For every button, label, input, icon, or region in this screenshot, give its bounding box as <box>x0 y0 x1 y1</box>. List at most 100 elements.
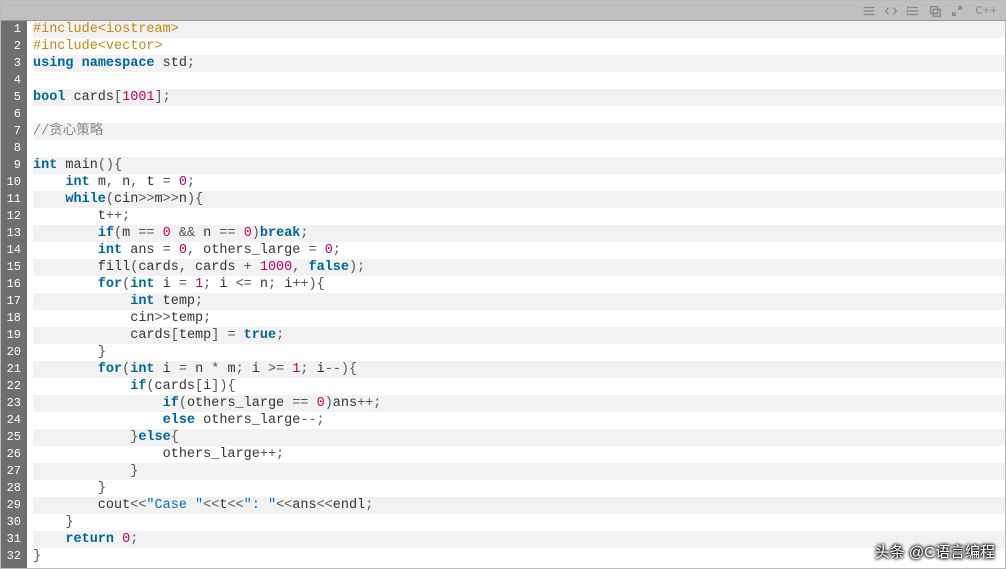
line-number: 9 <box>5 157 21 174</box>
token-punct: ; <box>365 498 373 513</box>
line-number: 1 <box>5 21 21 38</box>
code-line[interactable]: for(int i = n * m; i >= 1; i--){ <box>33 361 1005 378</box>
token-ident: cards <box>195 260 244 275</box>
token-punct: ) <box>325 396 333 411</box>
token-ident: i <box>219 277 235 292</box>
code-line[interactable]: while(cin>>m>>n){ <box>33 191 1005 208</box>
code-line[interactable]: others_large++; <box>33 446 1005 463</box>
token-punct: && <box>179 226 203 241</box>
line-number: 29 <box>5 497 21 514</box>
token-ident <box>33 515 65 530</box>
token-punct: << <box>276 498 292 513</box>
line-number: 3 <box>5 55 21 72</box>
code-line[interactable]: int main(){ <box>33 157 1005 174</box>
list-icon[interactable] <box>905 3 921 19</box>
token-keyword: if <box>163 396 179 411</box>
token-punct: << <box>227 498 243 513</box>
token-keyword: for <box>98 277 122 292</box>
code-line[interactable]: #include<iostream> <box>33 21 1005 38</box>
token-punct: --){ <box>325 362 357 377</box>
token-ident: i <box>155 277 179 292</box>
code-line[interactable]: }else{ <box>33 429 1005 446</box>
code-line[interactable] <box>33 140 1005 157</box>
code-line[interactable]: cin>>temp; <box>33 310 1005 327</box>
token-ident: others_large <box>187 396 292 411</box>
token-keyword: int <box>33 158 57 173</box>
code-line[interactable]: else others_large--; <box>33 412 1005 429</box>
token-ident: others_large <box>203 243 308 258</box>
token-punct: ( <box>146 379 154 394</box>
token-ident: cin <box>33 311 155 326</box>
code-line[interactable]: fill(cards, cards + 1000, false); <box>33 259 1005 276</box>
token-punct: = <box>179 362 195 377</box>
code-editor[interactable]: 1234567891011121314151617181920212223242… <box>1 21 1005 568</box>
code-line[interactable]: int temp; <box>33 293 1005 310</box>
code-line[interactable] <box>33 72 1005 89</box>
token-punct: == <box>292 396 316 411</box>
token-ident <box>33 379 130 394</box>
token-punct: ++){ <box>292 277 324 292</box>
token-punct: = <box>163 243 179 258</box>
token-ident: cards <box>138 260 179 275</box>
line-number: 7 <box>5 123 21 140</box>
token-keyword: return <box>65 532 114 547</box>
token-ident <box>33 430 130 445</box>
line-number: 20 <box>5 344 21 361</box>
menu-icon[interactable] <box>861 3 877 19</box>
token-keyword: int <box>98 243 122 258</box>
code-line[interactable]: bool cards[1001]; <box>33 89 1005 106</box>
code-line[interactable]: using namespace std; <box>33 55 1005 72</box>
token-keyword: int <box>130 294 154 309</box>
code-line[interactable]: } <box>33 514 1005 531</box>
token-punct: ; <box>268 277 284 292</box>
token-keyword: bool <box>33 90 65 105</box>
line-number: 12 <box>5 208 21 225</box>
code-line[interactable]: if(m == 0 && n == 0)break; <box>33 225 1005 242</box>
copy-icon[interactable] <box>927 3 943 19</box>
token-ident: ans <box>122 243 163 258</box>
token-punct: << <box>203 498 219 513</box>
code-line[interactable]: } <box>33 480 1005 497</box>
line-number: 18 <box>5 310 21 327</box>
code-line[interactable]: //贪心策略 <box>33 123 1005 140</box>
code-line[interactable]: } <box>33 548 1005 565</box>
token-punct: ; <box>236 362 252 377</box>
code-line[interactable]: cards[temp] = true; <box>33 327 1005 344</box>
code-line[interactable]: int m, n, t = 0; <box>33 174 1005 191</box>
token-punct: >> <box>163 192 179 207</box>
token-punct: << <box>130 498 146 513</box>
token-punct: ; <box>187 56 195 71</box>
code-line[interactable]: if(cards[i]){ <box>33 378 1005 395</box>
code-line[interactable] <box>33 106 1005 123</box>
token-punct: ( <box>179 396 187 411</box>
token-keyword: int <box>130 277 154 292</box>
code-line[interactable]: return 0; <box>33 531 1005 548</box>
token-punct: ]){ <box>211 379 235 394</box>
code-line[interactable]: #include<vector> <box>33 38 1005 55</box>
code-line[interactable]: } <box>33 344 1005 361</box>
token-keyword: else <box>163 413 195 428</box>
line-number: 25 <box>5 429 21 446</box>
token-ident <box>33 413 163 428</box>
token-ident: main <box>57 158 98 173</box>
token-punct: >> <box>138 192 154 207</box>
line-number: 19 <box>5 327 21 344</box>
expand-icon[interactable] <box>949 3 965 19</box>
token-ident <box>33 396 163 411</box>
code-line[interactable]: if(others_large == 0)ans++; <box>33 395 1005 412</box>
token-keyword: using <box>33 56 74 71</box>
code-line[interactable]: t++; <box>33 208 1005 225</box>
token-punct: , <box>130 175 146 190</box>
line-number: 13 <box>5 225 21 242</box>
token-ident <box>33 192 65 207</box>
code-line[interactable]: } <box>33 463 1005 480</box>
token-punct: ( <box>106 192 114 207</box>
code-icon[interactable] <box>883 3 899 19</box>
token-number: 1001 <box>122 90 154 105</box>
code-line[interactable]: for(int i = 1; i <= n; i++){ <box>33 276 1005 293</box>
code-line[interactable]: cout<<"Case "<<t<<": "<<ans<<endl; <box>33 497 1005 514</box>
code-line[interactable]: int ans = 0, others_large = 0; <box>33 242 1005 259</box>
code-area[interactable]: #include<iostream>#include<vector>using … <box>27 21 1005 568</box>
line-number: 23 <box>5 395 21 412</box>
token-bool: false <box>308 260 349 275</box>
